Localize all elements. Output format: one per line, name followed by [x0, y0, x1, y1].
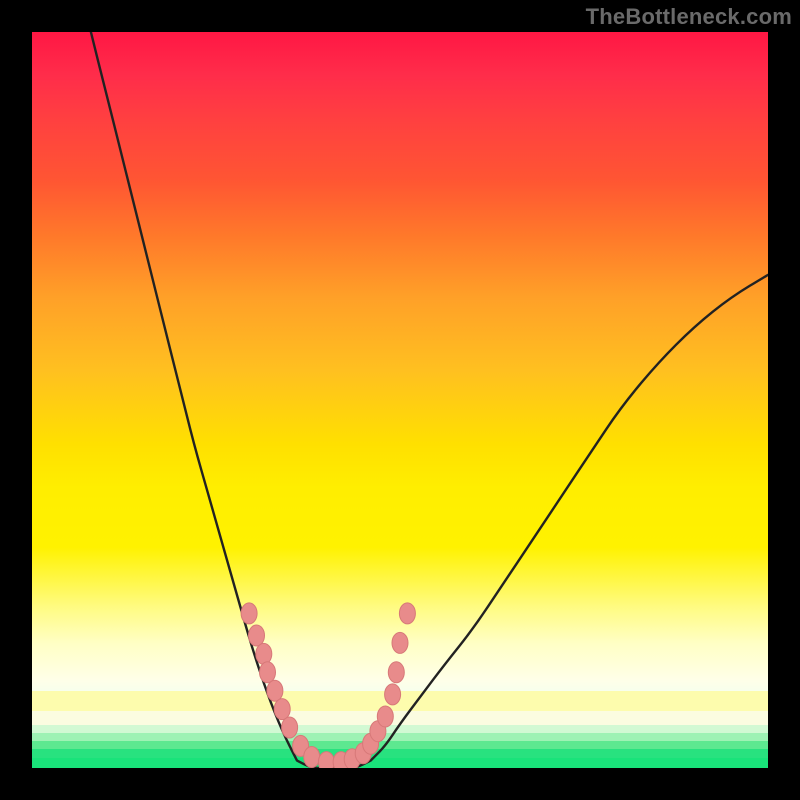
marker-dot [282, 717, 298, 738]
marker-dot [256, 643, 272, 664]
marker-dot [260, 662, 276, 683]
chart-container: TheBottleneck.com [0, 0, 800, 800]
chart-svg [32, 32, 768, 768]
marker-dot [318, 752, 334, 768]
marker-dot [385, 684, 401, 705]
marker-dot [267, 680, 283, 701]
marker-dot [392, 632, 408, 653]
marker-dots [241, 603, 415, 768]
plot-area [32, 32, 768, 768]
marker-dot [377, 706, 393, 727]
bottleneck-curve [91, 32, 768, 768]
watermark-text: TheBottleneck.com [586, 4, 792, 30]
marker-dot [274, 699, 290, 720]
marker-dot [399, 603, 415, 624]
marker-dot [304, 747, 320, 768]
marker-dot [388, 662, 404, 683]
marker-dot [249, 625, 265, 646]
marker-dot [241, 603, 257, 624]
